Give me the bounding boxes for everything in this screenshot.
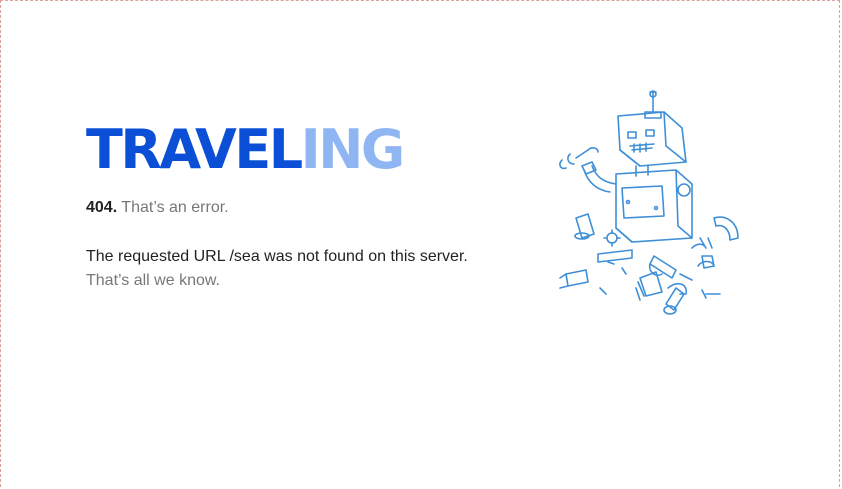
logo-text-light: ING	[300, 118, 406, 181]
broken-robot-icon	[559, 90, 739, 315]
error-short-text: That’s an error.	[121, 199, 229, 216]
site-logo[interactable]: TRAVELING	[86, 117, 406, 183]
error-heading: 404. That’s an error.	[86, 199, 229, 217]
error-submessage: That’s all we know.	[86, 272, 220, 289]
logo-text-dark: TRAVEL	[86, 118, 303, 181]
error-code: 404.	[86, 199, 118, 216]
error-message: The requested URL /sea was not found on …	[86, 248, 468, 265]
